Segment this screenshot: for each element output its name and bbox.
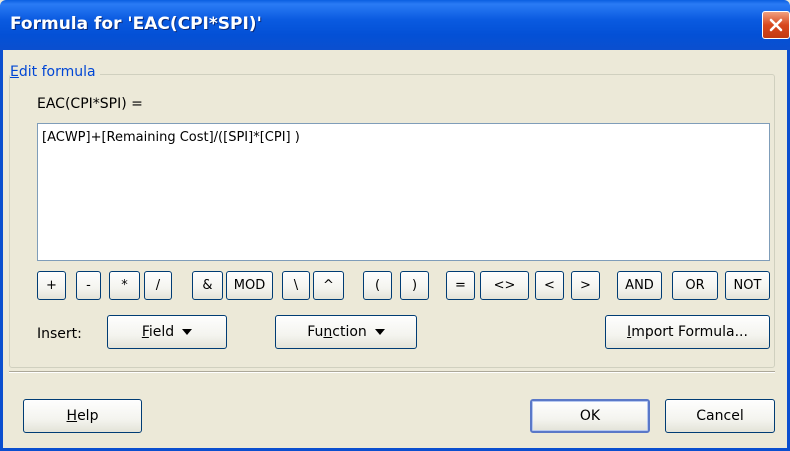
close-button[interactable] (762, 11, 790, 39)
operator-and-button[interactable]: AND (617, 271, 662, 300)
field-button-label: Field (141, 324, 175, 340)
function-button-label: Function (307, 324, 367, 340)
footer-separator (9, 371, 775, 373)
help-button-label: Help (66, 408, 99, 424)
field-dropdown-button[interactable]: Field (107, 315, 227, 349)
close-icon (769, 18, 783, 32)
function-dropdown-button[interactable]: Function (275, 315, 417, 349)
operator-greater-than-button[interactable]: > (571, 271, 600, 300)
window-title: Formula for 'EAC(CPI*SPI)' (10, 14, 262, 34)
operator-minus-button[interactable]: - (76, 271, 101, 300)
help-button[interactable]: Help (23, 399, 142, 433)
operator-multiply-button[interactable]: * (109, 271, 140, 300)
cancel-button[interactable]: Cancel (665, 399, 775, 433)
import-formula-button[interactable]: Import Formula... (605, 315, 770, 349)
operator-less-than-button[interactable]: < (535, 271, 564, 300)
operator-divide-button[interactable]: / (144, 271, 172, 300)
operator-not-equal-button[interactable]: <> (480, 271, 529, 300)
formula-label: EAC(CPI*SPI) = (37, 96, 143, 112)
operator-power-button[interactable]: ^ (313, 271, 344, 300)
operator-plus-button[interactable]: + (37, 271, 66, 300)
import-button-label: Import Formula... (627, 324, 748, 340)
operator-intdiv-button[interactable]: \ (282, 271, 310, 300)
operator-not-button[interactable]: NOT (725, 271, 770, 300)
insert-label: Insert: (37, 326, 82, 342)
operator-or-button[interactable]: OR (672, 271, 718, 300)
operator-concat-button[interactable]: & (192, 271, 223, 300)
operator-open-paren-button[interactable]: ( (363, 271, 392, 300)
chevron-down-icon (374, 329, 385, 335)
operator-mod-button[interactable]: MOD (226, 271, 273, 300)
operator-close-paren-button[interactable]: ) (400, 271, 429, 300)
operator-equals-button[interactable]: = (446, 271, 475, 300)
title-bar: Formula for 'EAC(CPI*SPI)' (0, 0, 790, 50)
ok-button[interactable]: OK (530, 399, 650, 433)
formula-textarea[interactable]: [ACWP]+[Remaining Cost]/([SPI]*[CPI] ) (37, 123, 770, 261)
chevron-down-icon (182, 329, 193, 335)
edit-formula-legend: Edit formula (10, 64, 100, 80)
